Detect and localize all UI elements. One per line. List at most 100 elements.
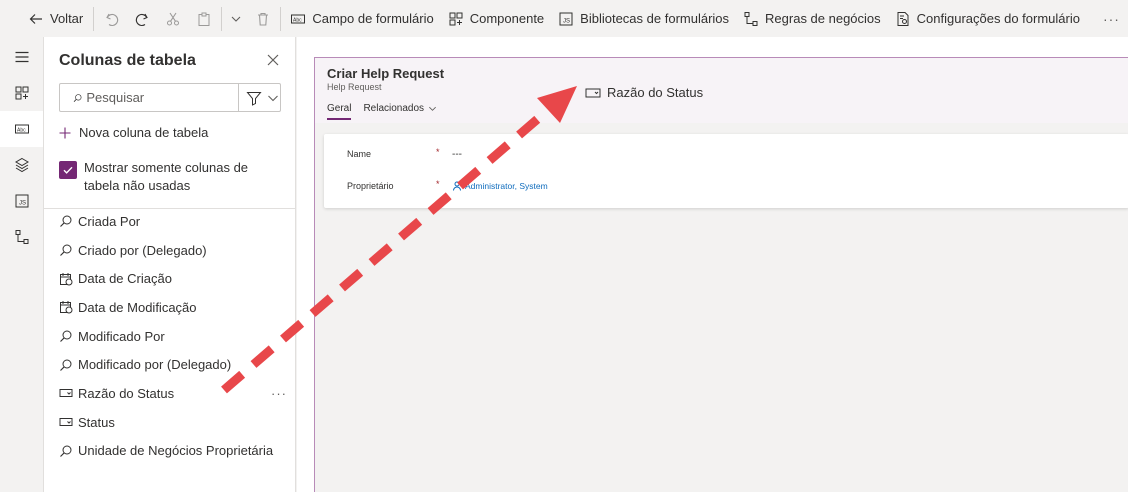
svg-text:JS: JS [19, 201, 26, 207]
close-panel-button[interactable] [264, 51, 282, 69]
field-value-owner[interactable]: Administrator, System [452, 181, 548, 191]
field-label-name: Name [347, 149, 372, 159]
field-value-name[interactable]: --- [452, 149, 462, 160]
tab-label: Relacionados [363, 102, 425, 114]
column-item-criada-por[interactable]: Criada Por [44, 207, 296, 236]
column-item-label: Criado por (Delegado) [78, 242, 207, 258]
tab-label: Geral [327, 102, 352, 114]
calendar-icon [60, 301, 73, 314]
form-field-button[interactable]: Abc Campo de formulário [283, 0, 440, 37]
paste-button[interactable] [188, 0, 219, 37]
column-item-label: Criada Por [78, 213, 141, 229]
paste-options-button[interactable] [224, 0, 248, 37]
tab-relacionados[interactable]: Relacionados [363, 94, 437, 122]
filter-icon [246, 91, 262, 106]
checkmark-icon [63, 166, 73, 174]
svg-text:JS: JS [563, 18, 570, 24]
component-label: Componente [469, 11, 545, 26]
form-preview[interactable]: Criar Help Request Help Request Razão do… [314, 57, 1128, 492]
rail-form-libraries[interactable]: JS [0, 183, 43, 219]
column-item-label: Unidade de Negócios Proprietária [78, 443, 274, 459]
new-table-column-label: Nova coluna de tabela [79, 125, 209, 140]
more-commands-button[interactable]: ··· [1095, 0, 1128, 37]
chevron-down-icon [268, 95, 278, 101]
rail-table-columns[interactable]: Abc [0, 111, 43, 147]
table-columns-panel: Colunas de tabela Nova coluna de tabela … [44, 37, 296, 492]
chevron-down-icon [429, 106, 437, 111]
lookup-icon [60, 244, 72, 256]
rail-tree-view[interactable] [0, 147, 43, 183]
person-icon [453, 181, 461, 191]
trash-icon [258, 12, 269, 26]
form-libraries-button[interactable]: JS Bibliotecas de formulários [551, 0, 736, 37]
rail-components[interactable] [0, 75, 43, 111]
form-section[interactable]: Name * --- Proprietário * Administrator,… [324, 134, 1128, 208]
svg-text:Abc: Abc [17, 127, 26, 133]
column-item-status[interactable]: Status [44, 408, 296, 437]
cut-button[interactable] [158, 0, 189, 37]
component-button[interactable]: Componente [441, 0, 551, 37]
toolbar-divider [93, 6, 95, 31]
table-column-list: Criada Por Criado por (Delegado) Data de… [44, 207, 296, 465]
svg-text:Abc: Abc [293, 17, 302, 23]
menu-button[interactable] [0, 39, 43, 75]
lookup-icon [60, 445, 72, 457]
menu-icon [15, 51, 28, 63]
column-item-data-de-modificacao[interactable]: Data de Modificação [44, 293, 296, 322]
form-title: Criar Help Request [327, 66, 445, 81]
column-item-label: Razão do Status [78, 385, 175, 401]
owner-lookup-link[interactable]: Administrator, System [465, 181, 548, 191]
tab-geral[interactable]: Geral [327, 94, 352, 122]
rail-business-rules[interactable] [0, 219, 43, 255]
back-label: Voltar [50, 11, 84, 26]
lookup-icon [60, 215, 72, 228]
lookup-icon [60, 359, 72, 371]
new-table-column-button[interactable]: Nova coluna de tabela [59, 125, 208, 140]
chevron-down-icon [231, 16, 241, 22]
toolbar-divider [280, 6, 282, 31]
business-rules-icon [15, 230, 28, 244]
column-search-box [59, 83, 281, 112]
panel-title: Colunas de tabela [59, 52, 196, 69]
column-item-label: Modificado por (Delegado) [78, 357, 232, 373]
required-indicator: * [436, 179, 440, 189]
column-item-label: Status [78, 414, 115, 430]
form-libraries-label: Bibliotecas de formulários [580, 11, 730, 26]
column-item-label: Data de Modificação [78, 299, 197, 315]
option-set-icon [59, 389, 73, 398]
undo-button[interactable] [96, 0, 127, 37]
search-input[interactable] [86, 90, 227, 105]
back-button[interactable]: Voltar [0, 0, 91, 37]
column-item-criado-por-delegado[interactable]: Criado por (Delegado) [44, 236, 296, 265]
filter-button[interactable] [246, 90, 280, 106]
form-settings-label: Configurações do formulário [916, 11, 1080, 26]
redo-button[interactable] [127, 0, 158, 37]
column-item-modificado-por[interactable]: Modificado Por [44, 322, 296, 351]
show-unused-columns-toggle[interactable]: Mostrar somente colunas de tabela não us… [59, 159, 284, 195]
form-settings-button[interactable]: Configurações do formulário [888, 0, 1087, 37]
business-rules-button[interactable]: Regras de negócios [736, 0, 888, 37]
form-subtitle: Help Request [327, 82, 382, 92]
tree-view-icon [14, 157, 29, 173]
form-libraries-icon: JS [15, 194, 28, 208]
delete-button[interactable] [248, 0, 279, 37]
column-more-options-button[interactable]: ··· [271, 386, 287, 401]
undo-icon [105, 13, 118, 26]
column-item-razao-do-status[interactable]: Razão do Status ··· [44, 379, 296, 408]
clipboard-icon [198, 12, 210, 26]
show-unused-checkbox[interactable] [59, 161, 77, 179]
calendar-icon [60, 272, 73, 286]
command-bar: Voltar Abc Campo de formulário Component… [0, 0, 1128, 37]
arrow-left-icon [29, 13, 42, 24]
form-settings-icon [897, 11, 909, 26]
column-item-modificado-por-delegado[interactable]: Modificado por (Delegado) [44, 350, 296, 379]
lookup-icon [60, 330, 72, 342]
column-item-data-de-criacao[interactable]: Data de Criação [44, 264, 296, 293]
column-item-unidade-de-negocios[interactable]: Unidade de Negócios Proprietária [44, 437, 296, 466]
required-indicator: * [436, 147, 440, 157]
column-item-label: Modificado Por [78, 328, 165, 344]
js-library-icon: JS [559, 12, 573, 25]
field-label-owner: Proprietário [347, 181, 394, 191]
business-rules-label: Regras de negócios [765, 11, 881, 26]
redo-icon [136, 13, 149, 26]
